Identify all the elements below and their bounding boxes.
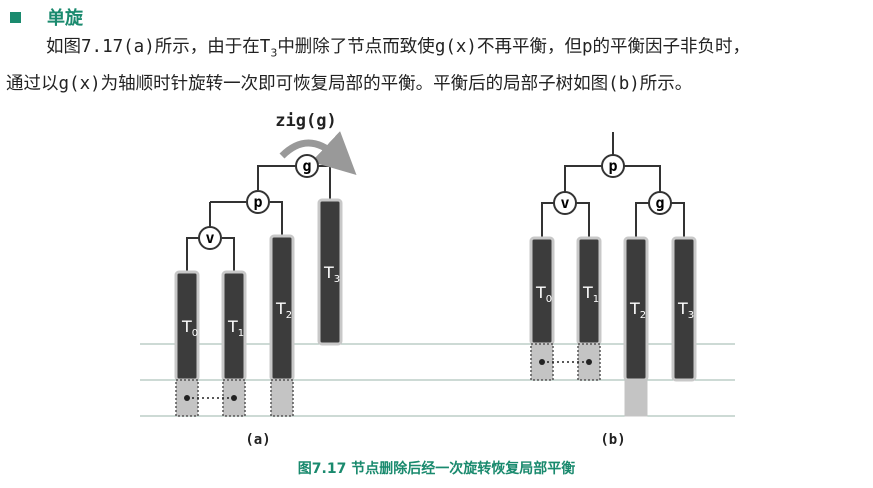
panel-a: zig(g) T0 T1 T2 T3 g p v (a) xyxy=(174,111,357,448)
node-v-label: v xyxy=(560,194,569,212)
figure-caption: 图7.17 节点删除后经一次旋转恢复局部平衡 xyxy=(297,461,576,477)
subtree-t2-extension xyxy=(624,379,648,417)
panel-a-label: (a) xyxy=(245,432,270,448)
subtree-t2-extension xyxy=(270,379,294,417)
node-v-label: v xyxy=(205,229,214,247)
alternative-dot xyxy=(184,395,190,401)
panel-b-edges xyxy=(541,132,685,238)
rotation-label: zig(g) xyxy=(275,111,336,131)
node-p-label: p xyxy=(253,193,262,211)
alternative-dot xyxy=(586,359,592,365)
alternative-dot xyxy=(539,359,545,365)
node-g-label: g xyxy=(655,194,664,212)
node-g-label: g xyxy=(302,157,311,175)
panel-b: T0 T1 T2 T3 p v g (b) xyxy=(529,132,697,448)
clockwise-rotation-arrow-icon xyxy=(279,131,357,176)
node-p-label: p xyxy=(608,157,617,175)
alternative-dot xyxy=(231,395,237,401)
rotation-figure: zig(g) T0 T1 T2 T3 g p v (a) T0 T1 T2 T3… xyxy=(140,111,735,448)
panel-b-label: (b) xyxy=(600,432,625,448)
panel-a-edges xyxy=(186,165,331,272)
